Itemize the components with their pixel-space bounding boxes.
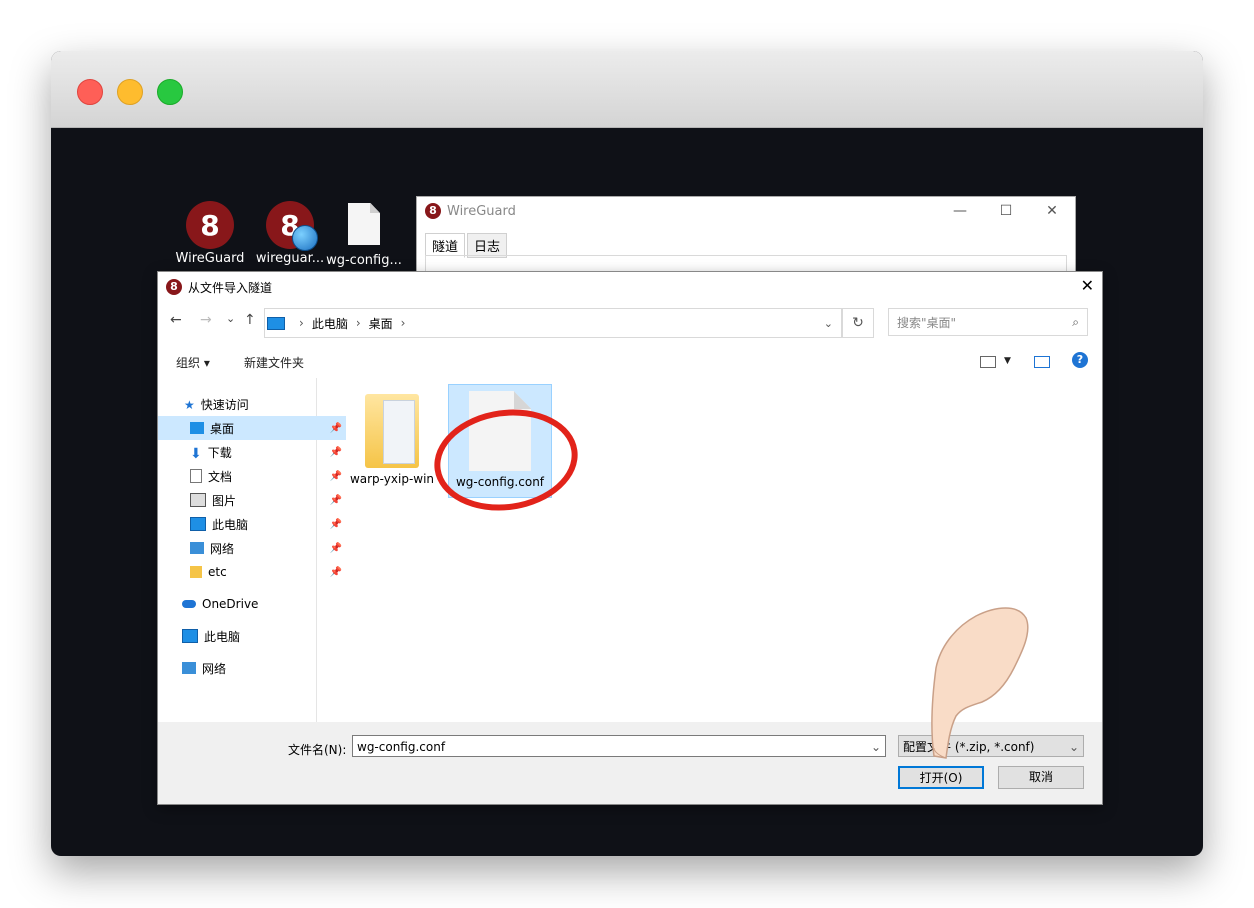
wireguard-logo-icon: 8: [166, 279, 182, 295]
breadcrumb-desktop[interactable]: 桌面: [369, 315, 393, 332]
wireguard-logo-icon: 8: [425, 203, 441, 219]
organize-button[interactable]: 组织 ▾: [176, 354, 210, 371]
cloud-icon: [182, 600, 196, 608]
chevron-down-icon[interactable]: ▼: [1004, 356, 1011, 366]
sidebar-item-label: OneDrive: [202, 597, 259, 611]
desktop-icon-label: wg-config...: [326, 253, 402, 268]
breadcrumb-this-pc[interactable]: 此电脑: [312, 315, 348, 332]
help-icon[interactable]: ?: [1072, 352, 1088, 368]
mac-titlebar: [51, 51, 1203, 128]
file-icon: [348, 203, 380, 245]
close-icon[interactable]: ✕: [1029, 203, 1075, 219]
sidebar-item-this-pc-root[interactable]: 此电脑: [158, 624, 338, 648]
close-window-button[interactable]: [77, 79, 103, 105]
search-icon: ⌕: [1072, 314, 1079, 329]
download-icon: ⬇: [190, 446, 202, 462]
file-name: warp-yxip-win: [349, 472, 435, 486]
preview-pane-icon[interactable]: [1034, 356, 1050, 368]
sidebar-item-label: etc: [208, 565, 227, 579]
new-folder-button[interactable]: 新建文件夹: [244, 354, 304, 371]
pointing-hand-icon: [931, 607, 1029, 759]
up-arrow-icon[interactable]: ↑: [244, 312, 256, 328]
sidebar-item-label: 此电脑: [212, 517, 249, 532]
sidebar-item-network-root[interactable]: 网络: [158, 656, 338, 680]
recent-locations-icon[interactable]: ⌄: [226, 312, 235, 325]
sidebar-item-label: 下载: [207, 445, 232, 460]
open-button[interactable]: 打开(O): [898, 766, 984, 789]
desktop-icon-label: wireguar...: [255, 251, 325, 266]
folder-icon: [365, 394, 419, 468]
zoom-window-button[interactable]: [157, 79, 183, 105]
address-bar[interactable]: › 此电脑 › 桌面 › ⌄: [264, 308, 842, 338]
sidebar-item-label: 网络: [210, 541, 235, 556]
chevron-down-icon[interactable]: ⌄: [871, 736, 881, 758]
computer-icon: [267, 316, 285, 330]
wireguard-titlebar: 8 WireGuard — ☐ ✕: [417, 197, 1075, 225]
network-icon: [182, 662, 196, 674]
computer-icon: [182, 629, 198, 643]
network-icon: [190, 542, 204, 554]
star-icon: ★: [184, 398, 195, 412]
navigation-bar: ← → ⌄ ↑ › 此电脑 › 桌面 › ⌄ ↻ 搜索"桌面" ⌕: [158, 308, 1102, 340]
document-icon: [190, 469, 202, 483]
file-item-folder[interactable]: warp-yxip-win: [340, 384, 444, 498]
wireguard-logo-icon: 8: [186, 201, 234, 249]
sidebar-item-label: 此电脑: [204, 629, 241, 644]
sidebar-item-label: 图片: [212, 493, 237, 508]
sidebar-item-label: 快速访问: [200, 397, 249, 412]
filename-input[interactable]: wg-config.conf ⌄: [352, 735, 886, 757]
pictures-icon: [190, 493, 206, 507]
back-arrow-icon[interactable]: ←: [170, 312, 182, 328]
breadcrumb-separator: ›: [355, 316, 361, 330]
close-icon[interactable]: ✕: [1081, 276, 1094, 295]
sidebar-item-onedrive[interactable]: OneDrive: [158, 592, 338, 616]
desktop-icon-label: WireGuard: [175, 251, 245, 266]
dialog-toolbar: 组织 ▾ 新建文件夹 ▼ ?: [158, 348, 1102, 376]
breadcrumb-separator: ›: [299, 316, 304, 330]
view-options-icon[interactable]: [980, 356, 996, 368]
minimize-icon[interactable]: —: [937, 203, 983, 219]
folder-icon: [190, 566, 202, 578]
search-placeholder: 搜索"桌面": [897, 315, 957, 330]
minimize-window-button[interactable]: [117, 79, 143, 105]
filename-label: 文件名(N):: [288, 743, 347, 757]
maximize-icon[interactable]: ☐: [983, 203, 1029, 219]
desktop-icon-wg-config[interactable]: wg-config...: [324, 201, 404, 268]
computer-icon: [190, 517, 206, 531]
globe-icon: [292, 225, 318, 251]
sidebar-item-label: 桌面: [210, 421, 235, 436]
desktop-icon-wireguard[interactable]: 8 WireGuard: [170, 201, 250, 266]
filename-value: wg-config.conf: [357, 740, 446, 754]
desktop-icon-wireguard-installer[interactable]: 8 wireguar...: [250, 201, 330, 266]
dialog-titlebar: 8 从文件导入隧道: [158, 272, 1102, 302]
forward-arrow-icon[interactable]: →: [200, 312, 212, 328]
navigation-pane: ★ 快速访问 桌面 📌 ⬇ 下载 📌 文档 📌 图片 📌 此电脑 📌 网络 📌 …: [158, 378, 346, 722]
wireguard-installer-icon: 8: [266, 201, 318, 251]
sidebar-item-label: 网络: [202, 661, 227, 676]
sidebar-item-label: 文档: [208, 469, 233, 484]
dialog-title: 从文件导入隧道: [188, 280, 273, 295]
wireguard-title: WireGuard: [447, 203, 516, 219]
refresh-button[interactable]: ↻: [842, 308, 874, 338]
chevron-down-icon[interactable]: ⌄: [824, 317, 833, 330]
sidebar-item-quick-access[interactable]: ★ 快速访问: [158, 392, 340, 416]
cancel-button[interactable]: 取消: [998, 766, 1084, 789]
search-input[interactable]: 搜索"桌面" ⌕: [888, 308, 1088, 336]
desktop-icon: [190, 422, 204, 434]
chevron-down-icon[interactable]: ⌄: [1069, 736, 1079, 758]
breadcrumb-separator: ›: [400, 316, 406, 330]
